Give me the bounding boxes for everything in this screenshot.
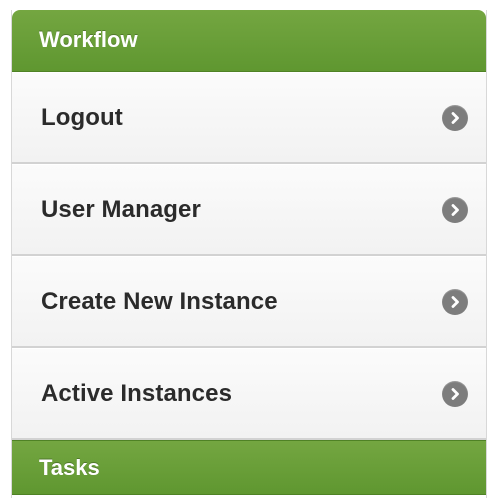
- chevron-right-icon: [442, 288, 468, 315]
- menu-item-label: Create New Instance: [41, 287, 278, 315]
- tasks-section-header[interactable]: Tasks: [12, 440, 486, 495]
- tasks-section-title: Tasks: [39, 454, 100, 480]
- chevron-right-icon: [442, 196, 468, 223]
- menu-item-label: Active Instances: [41, 379, 233, 407]
- menu-item-user-manager[interactable]: User Manager: [12, 164, 486, 256]
- menu-item-logout[interactable]: Logout: [12, 72, 486, 164]
- menu-item-active-instances[interactable]: Active Instances: [12, 348, 486, 440]
- workflow-section-header: Workflow: [12, 10, 486, 72]
- chevron-right-icon: [442, 104, 468, 131]
- chevron-right-icon: [442, 380, 468, 407]
- workflow-section-title: Workflow: [39, 26, 138, 52]
- menu-item-create-new-instance[interactable]: Create New Instance: [12, 256, 486, 348]
- menu-item-label: User Manager: [41, 195, 201, 223]
- menu-item-label: Logout: [41, 103, 123, 131]
- side-menu-panel: Workflow Logout User Manager Create New …: [11, 10, 487, 498]
